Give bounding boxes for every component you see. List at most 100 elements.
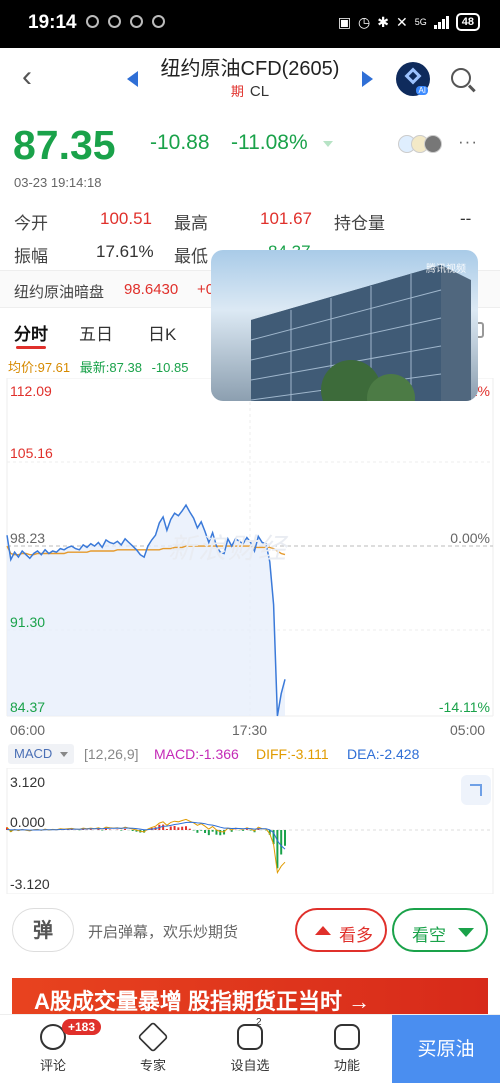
danmu-hint: 开启弹幕，欢乐炒期货 [88,924,239,941]
macd-chart[interactable] [0,768,500,894]
notification-icon [108,15,121,28]
open-interest-label: 持仓量 [334,214,385,233]
macd-histogram [6,824,286,869]
system-icons: ▣ ◷ ✱ ✕ 5G 48 [338,13,480,31]
quote-timestamp: 03-23 19:14:18 [14,175,102,190]
down-arrow-icon [323,141,333,147]
low-label: 最低 [174,247,208,266]
signal-icon [433,15,449,29]
y-pct-label: -14.11% [438,699,490,715]
danmu-toggle-button[interactable]: 弹 [12,908,74,952]
diff-value: DIFF:-3.111 [256,746,329,762]
high-value: 101.67 [260,209,312,228]
video-brand: 腾讯视频 [426,264,466,275]
y-pct-label: 0.00% [450,530,490,546]
y-tick-label: 98.23 [10,530,46,546]
battery-icon: 48 [455,13,480,31]
last-price: 87.35 [13,122,116,168]
quote-panel: 87.35 -10.88 -11.08% 03-23 19:14:18 ··· [0,114,500,198]
nav-expert-label: 专家 [139,1058,166,1073]
network-type: 5G [414,16,427,27]
notification-icon [86,15,99,28]
avatar [424,135,442,153]
notification-icon [130,15,143,28]
futures-tag: 期 [230,84,244,99]
search-icon[interactable] [451,68,471,88]
mute-icon: ✕ [396,13,408,30]
contract-code: CL [249,83,270,100]
open-value: 100.51 [100,209,152,228]
bearish-button[interactable]: 看空 [392,908,488,952]
tab-intraday[interactable]: 分时 [14,320,48,345]
buy-oil-button[interactable]: 买原油 [392,1015,500,1083]
nav-comment-label: 评论 [39,1058,66,1073]
macd-params: [12,26,9] [84,746,139,762]
expert-icon [137,1021,169,1053]
chevron-down-icon [60,752,68,757]
x-tick-label: 06:00 [10,722,46,738]
nav-watchlist-label: 设自选 [230,1058,270,1073]
chart-legend: 均价:97.61 最新:87.38 -10.85 [8,357,188,376]
y-tick-label: 84.37 [10,699,46,715]
nav-expert[interactable]: 专家 [113,1015,193,1083]
notification-icon [152,15,165,28]
dark-pool-value: 98.6430 [124,281,179,298]
next-contract-icon[interactable] [362,71,373,87]
diff-line [6,818,286,875]
community-avatars[interactable] [398,135,442,153]
back-icon[interactable]: ‹ [22,62,32,92]
x-tick-label: 05:00 [450,722,486,738]
y-tick-label: 112.09 [10,383,52,399]
price-change-pct: -11.08% [231,131,308,154]
avg-price-legend: 均价:97.61 [8,360,71,375]
cube-icon [404,67,422,85]
bottom-nav: 评论 +183 专家 设自选 2 功能 买原油 [0,1014,500,1083]
alarm-icon: ◷ [358,13,371,30]
macd-y-tick: 0.000 [10,814,46,830]
y-tick-label: 91.30 [10,614,46,630]
bluetooth-icon: ✱ [377,13,389,30]
nav-functions-label: 功能 [333,1058,360,1073]
header: ‹ 纽约原油CFD(2605) 期 CL AI [0,48,500,114]
dark-pool-label: 纽约原油暗盘 [14,284,105,301]
more-icon[interactable]: ··· [458,132,478,152]
last-price-legend: 最新:87.38 [79,360,142,375]
tab-daily-k[interactable]: 日K [148,320,176,345]
open-interest-value: -- [460,209,472,228]
dea-value: DEA:-2.428 [347,746,420,762]
y-tick-label: 105.16 [10,445,53,461]
page-title: 纽约原油CFD(2605) [160,58,340,80]
macd-y-tick: -3.120 [10,876,50,892]
tab-underline [16,346,46,349]
amplitude-label: 振幅 [14,247,48,266]
floating-video[interactable]: 腾讯视频 [211,250,478,401]
menu-icon [334,1024,360,1050]
prev-contract-icon[interactable] [127,71,138,87]
bearish-label: 看空 [412,926,446,945]
up-triangle-icon [315,926,331,935]
tab-five-day[interactable]: 五日 [79,320,113,345]
macd-value: MACD:-1.366 [154,746,239,762]
macd-y-tick: 3.120 [10,774,46,790]
dea-line [6,821,286,850]
expand-icon[interactable] [461,775,491,805]
nav-watchlist[interactable]: 设自选 [210,1015,290,1083]
high-label: 最高 [174,214,208,233]
ai-label: AI [416,86,428,95]
open-label: 今开 [14,214,48,233]
change-legend: -10.85 [151,360,189,375]
indicator-select[interactable]: MACD [8,744,74,764]
nav-functions[interactable]: 功能 [307,1015,387,1083]
watermark: 新浪财经 [168,533,289,564]
status-time: 19:14 [28,12,77,33]
x-tick-label: 17:30 [232,722,268,738]
comment-badge: +183 [62,1019,102,1035]
page-subtitle: 期 CL [150,81,350,100]
notification-icons [86,15,165,28]
bullish-button[interactable]: 看多 [295,908,387,952]
ai-assistant-button[interactable]: AI [396,62,430,96]
indicator-select-value: MACD [14,746,53,761]
down-triangle-icon [458,928,474,937]
amplitude-value: 17.61% [96,242,154,261]
building-image [250,265,471,401]
